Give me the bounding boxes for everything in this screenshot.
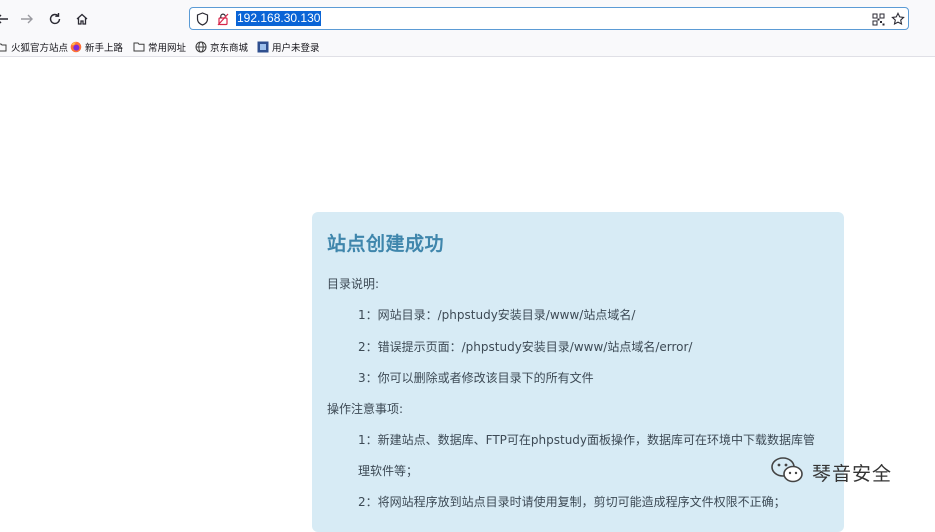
dir-item: 3：你可以删除或者修改该目录下的所有文件: [358, 371, 594, 385]
site-created-card: 站点创建成功 目录说明: 1：网站目录：/phpstudy安装目录/www/站点…: [312, 212, 844, 532]
note-item: 2：将网站程序放到站点目录时请使用复制，剪切可能造成程序文件权限不正确；: [358, 495, 786, 509]
folder-icon: [133, 41, 145, 53]
browser-toolbar: 192.168.30.130: [0, 0, 935, 37]
watermark: 琴音安全: [770, 456, 892, 488]
dir-item: 2：错误提示页面：/phpstudy安装目录/www/站点域名/error/: [358, 340, 693, 354]
bookmark-label: 火狐官方站点: [11, 42, 69, 54]
url-text[interactable]: 192.168.30.130: [236, 11, 322, 26]
notes-heading: 操作注意事项:: [327, 402, 404, 416]
address-bar[interactable]: 192.168.30.130: [189, 7, 909, 30]
bookmark-item-3[interactable]: 京东商城: [195, 38, 248, 55]
dir-item: 1：网站目录：/phpstudy安装目录/www/站点域名/: [358, 308, 636, 322]
bookmark-label: 常用网址: [148, 42, 187, 54]
shield-icon[interactable]: [194, 11, 210, 27]
note-item: 1：新建站点、数据库、FTP可在phpstudy面板操作，数据库可在环境中下载数…: [358, 433, 816, 447]
bookmark-label: 用户未登录: [272, 42, 320, 54]
star-icon[interactable]: [890, 11, 906, 27]
note-item: 理软件等；: [358, 464, 419, 478]
forward-icon[interactable]: [15, 7, 39, 31]
wechat-icon: [770, 456, 804, 488]
identity-icon[interactable]: [215, 11, 231, 27]
dir-heading: 目录说明:: [327, 277, 380, 291]
bookmarks-toolbar: 火狐官方站点 新手上路 常用网址 京东商城 用户未登录: [0, 37, 935, 57]
firefox-folder-icon: [0, 41, 8, 53]
bookmark-label: 京东商城: [210, 42, 249, 54]
home-icon[interactable]: [70, 7, 94, 31]
page-title: 站点创建成功: [327, 233, 445, 255]
reload-icon[interactable]: [43, 7, 67, 31]
bookmark-label: 新手上路: [85, 42, 124, 54]
bookmark-item-1[interactable]: 新手上路: [70, 38, 123, 55]
user-icon: [257, 41, 269, 53]
watermark-text: 琴音安全: [812, 462, 893, 485]
bookmark-item-0[interactable]: 火狐官方站点: [0, 38, 68, 55]
bookmark-item-2[interactable]: 常用网址: [133, 38, 186, 55]
bookmark-item-4[interactable]: 用户未登录: [257, 38, 320, 55]
qr-code-icon[interactable]: [870, 11, 886, 27]
back-icon[interactable]: [0, 7, 14, 31]
globe-icon: [195, 41, 207, 53]
firefox-icon: [70, 41, 82, 53]
